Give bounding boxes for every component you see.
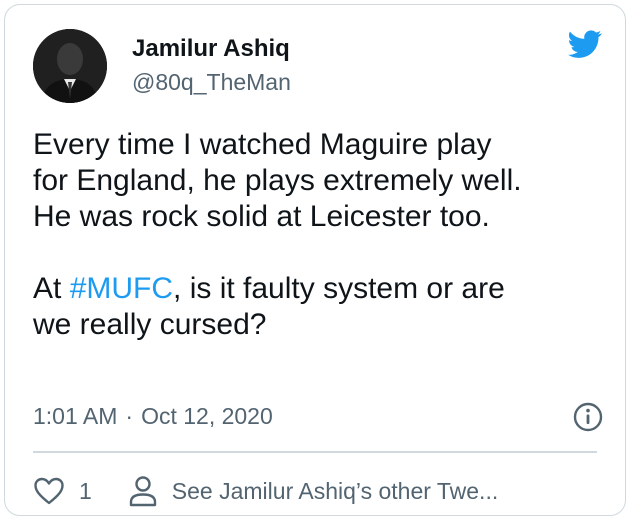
heart-icon xyxy=(34,477,64,505)
see-other-tweets-link[interactable]: See Jamilur Ashiq’s other Twe... xyxy=(128,475,498,507)
person-icon xyxy=(129,476,156,507)
like-count: 1 xyxy=(79,477,92,504)
avatar[interactable] xyxy=(33,29,107,103)
meta-separator: · xyxy=(125,403,134,429)
tweet-time: 1:01 AM xyxy=(33,403,118,429)
twitter-bird-icon[interactable] xyxy=(565,27,605,61)
see-other-tweets-label: See Jamilur Ashiq’s other Twe... xyxy=(171,477,499,504)
tweet-actions: 1 See Jamilur Ashiq’s other Twe... xyxy=(33,473,498,509)
divider xyxy=(33,451,597,453)
tweet-card[interactable]: Jamilur Ashiq @80q_TheMan Every time I w… xyxy=(4,4,626,516)
tweet-timestamp[interactable]: 1:01 AM · Oct 12, 2020 xyxy=(33,403,273,430)
author-handle[interactable]: @80q_TheMan xyxy=(132,69,291,96)
info-icon[interactable] xyxy=(572,401,604,433)
author-name[interactable]: Jamilur Ashiq xyxy=(132,35,290,63)
hashtag-link[interactable]: #MUFC xyxy=(70,272,173,305)
tweet-date: Oct 12, 2020 xyxy=(141,403,273,429)
tweet-text: Every time I watched Maguire play for En… xyxy=(33,127,613,343)
like-button[interactable]: 1 xyxy=(33,476,92,506)
